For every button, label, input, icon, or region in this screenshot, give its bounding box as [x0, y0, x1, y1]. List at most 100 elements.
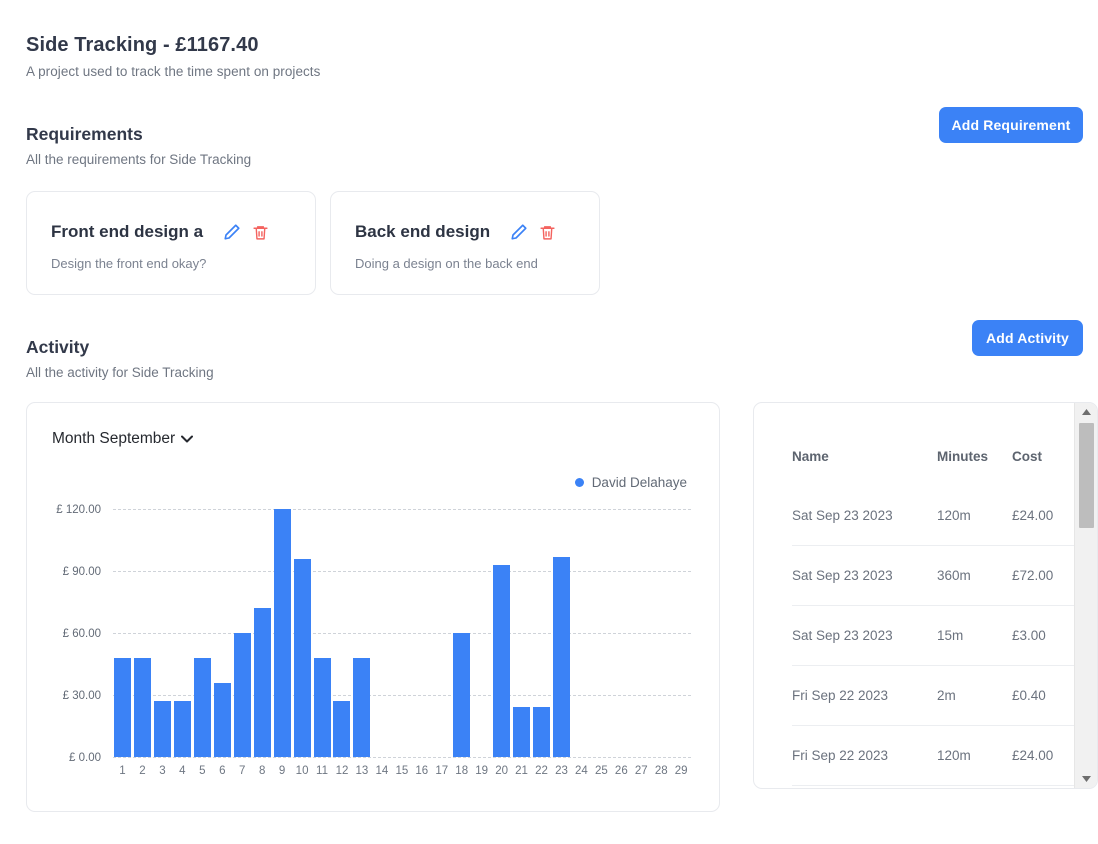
- table-row[interactable]: Sat Sep 23 2023120m£24.00: [792, 486, 1074, 546]
- chevron-down-icon: [181, 435, 193, 446]
- requirement-card-actions: [223, 223, 269, 241]
- month-selector[interactable]: Month September: [52, 430, 193, 448]
- chart-bar-slot: [472, 509, 491, 757]
- requirement-card-actions: [510, 223, 556, 241]
- activity-table-card: Name Minutes Cost Sat Sep 23 2023120m£24…: [753, 402, 1098, 789]
- chart-bar-slot: [133, 509, 152, 757]
- chart-x-axis-label: 11: [313, 765, 332, 777]
- chart-bar[interactable]: [174, 701, 191, 757]
- trash-icon[interactable]: [252, 224, 269, 241]
- chart-bar-slot: [153, 509, 172, 757]
- chart-x-axis-label: 3: [153, 765, 172, 777]
- column-header-minutes[interactable]: Minutes: [937, 403, 1012, 486]
- activity-chart-card: Month September David Delahaye £ 0.00£ 3…: [26, 402, 720, 812]
- chart-bar[interactable]: [274, 509, 291, 757]
- activity-cost: £24.00: [1012, 726, 1074, 786]
- chart-bar-slot: [412, 509, 431, 757]
- chart-bar-slot: [233, 509, 252, 757]
- requirement-card-title: Front end design a: [51, 222, 203, 242]
- chart-bar-slot: [293, 509, 312, 757]
- activity-table-scroll-region: Name Minutes Cost Sat Sep 23 2023120m£24…: [754, 403, 1074, 788]
- chart-bar-slot: [173, 509, 192, 757]
- chart-x-axis-label: 27: [632, 765, 651, 777]
- chart-bar[interactable]: [214, 683, 231, 757]
- chart-x-axis-label: 15: [392, 765, 411, 777]
- table-row[interactable]: Fri Sep 22 2023120m£24.00: [792, 726, 1074, 786]
- activity-cost: £24.00: [1012, 486, 1074, 546]
- chart-bar-slot: [372, 509, 391, 757]
- chart-bar-slot: [512, 509, 531, 757]
- table-row[interactable]: Sat Sep 23 2023360m£72.00: [792, 546, 1074, 606]
- chart-x-axis-label: 21: [512, 765, 531, 777]
- column-header-name[interactable]: Name: [792, 403, 937, 486]
- table-row[interactable]: Thu Sep 21 2023120m£24.00: [792, 786, 1074, 789]
- activity-table-scrollbar[interactable]: [1074, 403, 1097, 788]
- activity-cost: £72.00: [1012, 546, 1074, 606]
- pencil-icon[interactable]: [510, 223, 528, 241]
- chart-bar[interactable]: [314, 658, 331, 757]
- chart-bar[interactable]: [254, 608, 271, 757]
- table-row[interactable]: Sat Sep 23 202315m£3.00: [792, 606, 1074, 666]
- chart-bar[interactable]: [513, 707, 530, 757]
- column-header-cost[interactable]: Cost: [1012, 403, 1074, 486]
- chart-bar-slot: [672, 509, 691, 757]
- add-activity-button[interactable]: Add Activity: [972, 320, 1083, 356]
- activity-table-head: Name Minutes Cost: [792, 403, 1074, 486]
- chart-bar-slot: [113, 509, 132, 757]
- chart-x-axis-label: 24: [572, 765, 591, 777]
- chart-bar[interactable]: [154, 701, 171, 757]
- chart-bar-slot: [652, 509, 671, 757]
- chart-bar-slot: [392, 509, 411, 757]
- activity-minutes: 2m: [937, 666, 1012, 726]
- scrollbar-thumb[interactable]: [1079, 423, 1094, 528]
- chart-bar-slot: [552, 509, 571, 757]
- pencil-icon[interactable]: [223, 223, 241, 241]
- chart-bar[interactable]: [194, 658, 211, 757]
- chart-bar[interactable]: [294, 559, 311, 757]
- scroll-down-arrow-icon[interactable]: [1075, 770, 1098, 788]
- chart-x-axis-label: 28: [652, 765, 671, 777]
- activity-section-header: Activity All the activity for Side Track…: [26, 337, 214, 380]
- scroll-up-arrow-icon[interactable]: [1075, 403, 1098, 421]
- requirement-card[interactable]: Front end design a: [26, 191, 316, 295]
- chart-plot-area: £ 0.00£ 30.00£ 60.00£ 90.00£ 120.00: [113, 509, 691, 757]
- activity-name: Sat Sep 23 2023: [792, 546, 937, 606]
- chart-x-axis-label: 9: [273, 765, 292, 777]
- chart-bar[interactable]: [493, 565, 510, 757]
- chart-bar[interactable]: [553, 557, 570, 757]
- trash-icon[interactable]: [539, 224, 556, 241]
- activity-cost: £24.00: [1012, 786, 1074, 789]
- chart-bar[interactable]: [533, 707, 550, 757]
- chart-bar[interactable]: [114, 658, 131, 757]
- chart-bar[interactable]: [134, 658, 151, 757]
- chart-bar-slot: [572, 509, 591, 757]
- activity-minutes: 15m: [937, 606, 1012, 666]
- chart-x-axis-label: 16: [412, 765, 431, 777]
- chart-x-axis-label: 12: [332, 765, 351, 777]
- requirement-card[interactable]: Back end design: [330, 191, 600, 295]
- chart-x-axis-label: 26: [612, 765, 631, 777]
- chart-bar[interactable]: [333, 701, 350, 757]
- requirements-section-header: Requirements All the requirements for Si…: [26, 124, 251, 167]
- activity-table-body: Sat Sep 23 2023120m£24.00Sat Sep 23 2023…: [792, 486, 1074, 788]
- activity-name: Fri Sep 22 2023: [792, 726, 937, 786]
- chart-x-axis-label: 4: [173, 765, 192, 777]
- chart-bar-slot: [612, 509, 631, 757]
- chart-bar-slot: [532, 509, 551, 757]
- chart-y-axis-label: £ 30.00: [63, 690, 101, 702]
- chart-bar[interactable]: [453, 633, 470, 757]
- activity-name: Fri Sep 22 2023: [792, 666, 937, 726]
- chart-x-axis-label: 29: [672, 765, 691, 777]
- activity-cost: £3.00: [1012, 606, 1074, 666]
- add-requirement-button[interactable]: Add Requirement: [939, 107, 1083, 143]
- chart-bar[interactable]: [234, 633, 251, 757]
- chart-y-axis-label: £ 120.00: [56, 504, 101, 516]
- requirement-card-header: Front end design a: [51, 222, 291, 242]
- chart-x-axis-label: 25: [592, 765, 611, 777]
- chart-x-axis-label: 14: [372, 765, 391, 777]
- chart-bar-slot: [432, 509, 451, 757]
- table-row[interactable]: Fri Sep 22 20232m£0.40: [792, 666, 1074, 726]
- chart-bar[interactable]: [353, 658, 370, 757]
- chart-bar-slot: [213, 509, 232, 757]
- chart-x-axis-label: 10: [293, 765, 312, 777]
